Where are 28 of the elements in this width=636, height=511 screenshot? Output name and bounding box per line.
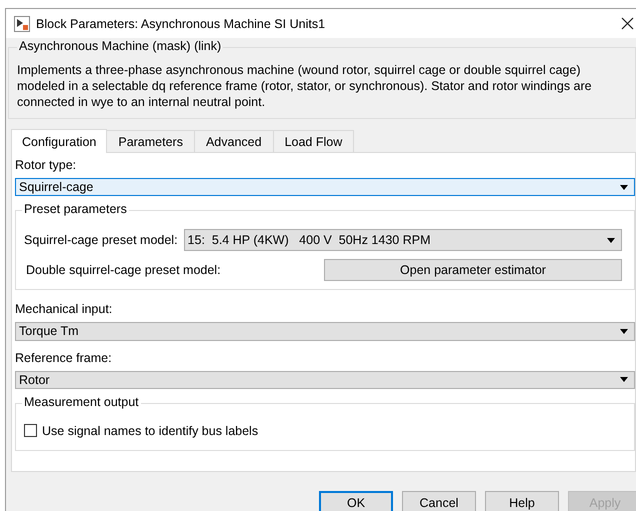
reference-frame-dropdown[interactable]: Rotor bbox=[15, 370, 635, 389]
field-label: Mechanical input: bbox=[15, 301, 114, 318]
field-label: Reference frame: bbox=[15, 350, 113, 367]
mechanical-input-dropdown[interactable]: Torque Tm bbox=[15, 322, 635, 341]
preset-model-dropdown[interactable]: 15: 5.4 HP (4KW) 400 V 50Hz 1430 RPM bbox=[184, 229, 622, 252]
dialog-button[interactable]: Help bbox=[485, 491, 559, 511]
dialog-button[interactable]: Cancel bbox=[402, 491, 476, 511]
group-title: Asynchronous Machine (mask) (link) bbox=[17, 39, 224, 53]
close-icon[interactable] bbox=[621, 17, 634, 30]
checkbox[interactable] bbox=[24, 424, 37, 438]
rotor-type-dropdown[interactable]: Squirrel-cage bbox=[15, 178, 635, 196]
field-label: Double squirrel-cage preset model: bbox=[26, 263, 221, 278]
field-label: Squirrel-cage preset model: bbox=[24, 233, 178, 248]
description-text: Implements a three-phase asynchronous machine (wound rotor, squirrel cage or double squirrel cage) modeled in a selectable dq reference frame (rotor, stator, or synchronous). Stator and rotor windings are connected in wye to an internal neutral point. bbox=[17, 62, 593, 110]
caret-icon bbox=[620, 377, 628, 382]
window-title: Block Parameters: Asynchronous Machine SI Units1 bbox=[36, 16, 326, 30]
caret-icon bbox=[620, 184, 628, 190]
tab[interactable]: Load Flow bbox=[272, 130, 354, 152]
group-title: Measurement output bbox=[22, 394, 141, 409]
caret-icon bbox=[607, 238, 615, 243]
checkbox-label[interactable]: Use signal names to identify bus labels bbox=[42, 424, 258, 438]
group-title: Preset parameters bbox=[22, 202, 129, 216]
block-icon bbox=[14, 16, 30, 32]
estimator-button[interactable]: Open parameter estimator bbox=[324, 259, 622, 282]
tab[interactable]: Configuration bbox=[11, 129, 108, 153]
caret-icon bbox=[620, 328, 628, 334]
field-label: Rotor type: bbox=[15, 157, 78, 174]
dialog-button[interactable]: OK bbox=[319, 491, 393, 511]
